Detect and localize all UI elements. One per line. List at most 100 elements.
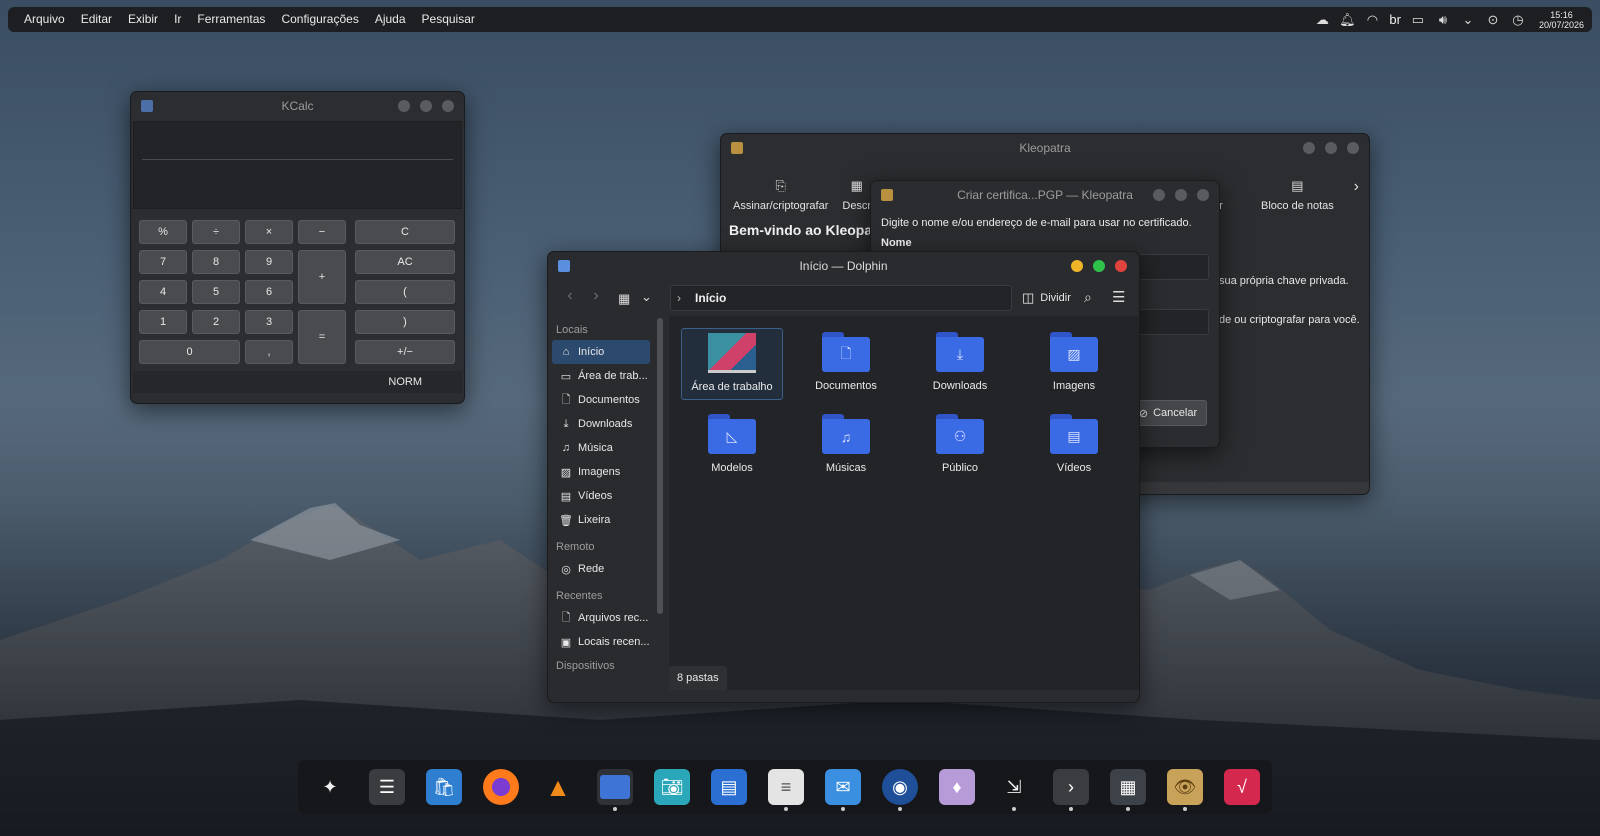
discover-icon[interactable]: 🛍︎ [426, 769, 462, 805]
key-multiply[interactable]: × [245, 220, 293, 244]
minimize-button[interactable] [1153, 189, 1165, 201]
sidebar-item-musica[interactable]: ♫ Música [552, 436, 650, 460]
key-1[interactable]: 1 [139, 310, 187, 334]
hamburger-menu-icon[interactable]: ☰ [1112, 288, 1125, 306]
folder-documentos[interactable]: 🗋︎ Documentos [795, 332, 897, 402]
sidebar-item-lixeira[interactable]: 🗑︎ Lixeira [552, 508, 650, 532]
menu-pesquisar[interactable]: Pesquisar [414, 7, 483, 32]
key-4[interactable]: 4 [139, 280, 187, 304]
kmail-icon[interactable]: ✉ [825, 769, 861, 811]
close-button[interactable] [1347, 142, 1359, 154]
key-8[interactable]: 8 [192, 250, 240, 274]
menu-exibir[interactable]: Exibir [120, 7, 166, 32]
kde-connect-icon[interactable]: ✦ [312, 769, 348, 805]
key-sign[interactable]: +/− [355, 340, 455, 364]
menu-ir[interactable]: Ir [166, 7, 189, 32]
camera-icon[interactable]: ◉ [882, 769, 918, 811]
system-settings-icon[interactable]: ☰ [369, 769, 405, 805]
view-mode-icon[interactable]: ▦ [618, 291, 630, 307]
close-button[interactable] [1115, 260, 1127, 272]
konsole-icon[interactable]: › [1053, 769, 1089, 811]
maximize-button[interactable] [1175, 189, 1187, 201]
maximize-button[interactable] [1093, 260, 1105, 272]
minimize-button[interactable] [398, 100, 410, 112]
vlc-icon[interactable]: ▲ [540, 769, 576, 805]
minimize-button[interactable] [1071, 260, 1083, 272]
clock[interactable]: 15:16 20/07/2026 [1539, 10, 1584, 30]
key-comma[interactable]: , [245, 340, 293, 364]
key-5[interactable]: 5 [192, 280, 240, 304]
kalgebra-icon[interactable]: √ [1224, 769, 1260, 805]
cert-titlebar[interactable]: Criar certifica...PGP — Kleopatra [871, 181, 1219, 209]
close-button[interactable] [1197, 189, 1209, 201]
key-close-paren[interactable]: ) [355, 310, 455, 334]
sidebar-item-videos[interactable]: ▤ Vídeos [552, 484, 650, 508]
kcalc-icon[interactable]: ▦ [1110, 769, 1146, 811]
sidebar-item-imagens[interactable]: ▨ Imagens [552, 460, 650, 484]
key-9[interactable]: 9 [245, 250, 293, 274]
dolphin-icon[interactable] [597, 769, 633, 811]
key-divide[interactable]: ÷ [192, 220, 240, 244]
breadcrumb[interactable]: › Início [670, 285, 1012, 311]
back-icon[interactable]: ‹ [558, 287, 582, 305]
keyboard-layout[interactable]: br [1389, 12, 1401, 27]
display-icon[interactable]: ▭ [1410, 12, 1426, 28]
cancel-button[interactable]: ⊘ Cancelar [1129, 400, 1207, 426]
search-icon[interactable]: ⌕ [1084, 289, 1092, 306]
sidebar-item-inicio[interactable]: ⌂ Início [552, 340, 650, 364]
folder-musicas[interactable]: ♫ Músicas [795, 414, 897, 484]
sidebar-item-recent-locations[interactable]: ▣ Locais recen... [552, 630, 650, 654]
key-clear[interactable]: C [355, 220, 455, 244]
toolbar-notepad[interactable]: ▤ Bloco de notas [1261, 178, 1334, 212]
minimize-button[interactable] [1303, 142, 1315, 154]
clock-icon[interactable]: ◷ [1510, 12, 1526, 28]
sidebar-item-rede[interactable]: ◎ Rede [552, 557, 650, 581]
breadcrumb-current[interactable]: Início [695, 291, 726, 305]
folder-imagens[interactable]: ▨ Imagens [1023, 332, 1125, 402]
key-open-paren[interactable]: ( [355, 280, 455, 304]
forward-icon[interactable]: › [584, 287, 608, 305]
chevron-down-icon[interactable]: ⌄ [641, 289, 652, 305]
chevron-right-icon[interactable]: › [1354, 178, 1359, 196]
close-button[interactable] [442, 100, 454, 112]
wifi-icon[interactable]: ◠ [1364, 12, 1380, 28]
toolbar-decrypt[interactable]: ▦ Descr [842, 178, 871, 212]
menu-ferramentas[interactable]: Ferramentas [189, 7, 273, 32]
bell-icon[interactable]: 🔔︎ [1339, 12, 1356, 28]
sidebar-item-documentos[interactable]: 🗋︎ Documentos [552, 388, 650, 412]
sidebar-item-downloads[interactable]: ⤓ Downloads [552, 412, 650, 436]
spectacle-icon[interactable]: 📷︎ [654, 769, 690, 805]
kcalc-titlebar[interactable]: KCalc [131, 92, 464, 120]
key-equals[interactable]: = [298, 310, 346, 364]
text-editor-icon[interactable]: ≡ [768, 769, 804, 811]
key-0[interactable]: 0 [139, 340, 240, 364]
writer-icon[interactable]: ▤ [711, 769, 747, 805]
sidebar-item-recent-files[interactable]: 🗋︎ Arquivos rec... [552, 606, 650, 630]
chevron-down-icon[interactable]: ⌄ [1460, 12, 1476, 28]
key-all-clear[interactable]: AC [355, 250, 455, 274]
menu-arquivo[interactable]: Arquivo [16, 7, 73, 32]
toolbar-sign-encrypt[interactable]: ⎘ Assinar/criptografar [733, 178, 828, 212]
split-button[interactable]: ◫ Dividir [1022, 290, 1071, 306]
account-icon[interactable]: ⊙ [1485, 12, 1501, 28]
kpat-icon[interactable]: ♦ [939, 769, 975, 805]
menu-configuracoes[interactable]: Configurações [273, 7, 366, 32]
key-2[interactable]: 2 [192, 310, 240, 334]
maximize-button[interactable] [1325, 142, 1337, 154]
kleopatra-titlebar[interactable]: Kleopatra [721, 134, 1369, 162]
dolphin-titlebar[interactable]: Início — Dolphin [548, 252, 1139, 280]
folder-modelos[interactable]: ◺ Modelos [681, 414, 783, 484]
kleopatra-icon[interactable]: 👁︎ [1167, 769, 1203, 811]
key-percent[interactable]: % [139, 220, 187, 244]
menu-editar[interactable]: Editar [73, 7, 120, 32]
maximize-button[interactable] [420, 100, 432, 112]
menu-ajuda[interactable]: Ajuda [367, 7, 414, 32]
key-7[interactable]: 7 [139, 250, 187, 274]
key-6[interactable]: 6 [245, 280, 293, 304]
sidebar-scrollbar[interactable] [657, 318, 663, 614]
folder-videos[interactable]: ▤ Vídeos [1023, 414, 1125, 484]
key-minus[interactable]: − [298, 220, 346, 244]
folder-area-de-trabalho[interactable]: Área de trabalho [681, 328, 783, 400]
weather-icon[interactable]: ☁ [1314, 12, 1330, 28]
firefox-icon[interactable] [483, 769, 519, 805]
